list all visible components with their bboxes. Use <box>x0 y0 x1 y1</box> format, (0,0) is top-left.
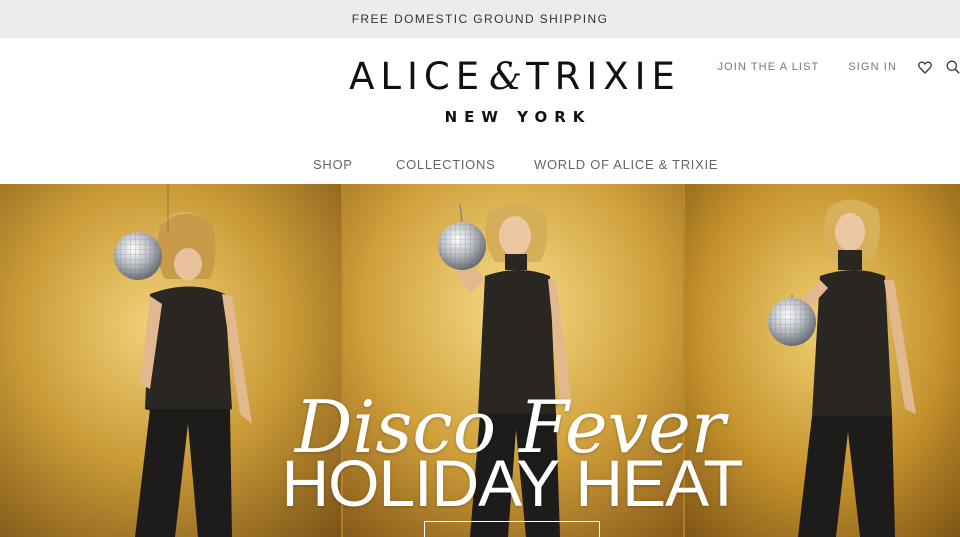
search-icon[interactable] <box>945 60 960 74</box>
logo-ampersand: & <box>489 55 523 98</box>
site-header: ALICE & TRIXIE NEW YORK JOIN THE A LIST SI… <box>0 38 960 184</box>
promo-bar: FREE DOMESTIC GROUND SHIPPING <box>0 0 960 38</box>
hero-banner[interactable]: Disco Fever HOLIDAY HEAT <box>0 184 960 537</box>
brand-logo[interactable]: ALICE & TRIXIE NEW YORK <box>310 56 720 127</box>
utility-nav: JOIN THE A LIST SIGN IN <box>717 60 960 74</box>
nav-item-collections[interactable]: COLLECTIONS <box>396 157 495 172</box>
logo-wordmark: ALICE & TRIXIE <box>310 56 720 98</box>
join-a-list-link[interactable]: JOIN THE A LIST <box>717 61 819 73</box>
hero-cta-button[interactable] <box>424 521 600 537</box>
sign-in-link[interactable]: SIGN IN <box>848 61 897 73</box>
main-nav: SHOP COLLECTIONS WORLD OF ALICE & TRIXIE <box>0 157 960 175</box>
nav-item-shop[interactable]: SHOP <box>313 157 353 172</box>
heart-icon[interactable] <box>917 60 933 74</box>
hero-title: HOLIDAY HEAT <box>281 446 743 520</box>
logo-subline: NEW YORK <box>444 108 592 126</box>
logo-word-alice: ALICE <box>349 55 486 98</box>
logo-word-trixie: TRIXIE <box>526 55 681 98</box>
promo-text: FREE DOMESTIC GROUND SHIPPING <box>351 12 609 26</box>
nav-item-world-of-alice-trixie[interactable]: WORLD OF ALICE & TRIXIE <box>534 157 718 172</box>
